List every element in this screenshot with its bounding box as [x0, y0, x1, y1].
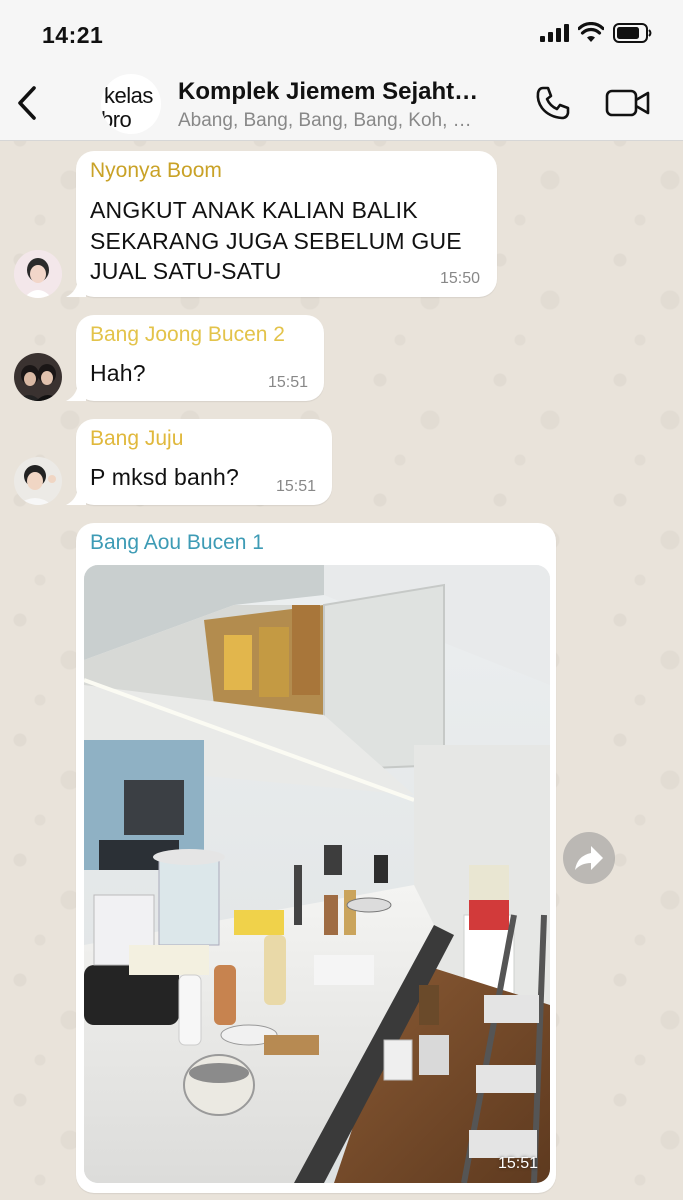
- bubble-tail: [66, 381, 86, 401]
- message-bubble[interactable]: Bang Juju P mksd banh? 15:51: [66, 419, 332, 505]
- message-sender[interactable]: Bang Joong Bucen 2: [90, 323, 285, 347]
- message-time: 15:51: [267, 374, 308, 391]
- message-photo[interactable]: 15:51: [84, 565, 550, 1183]
- image-message-bubble[interactable]: Bang Aou Bucen 1 15:51: [76, 523, 556, 1193]
- message-sender[interactable]: Nyonya Boom: [90, 159, 222, 183]
- message-text: ANGKUT ANAK KALIAN BALIK SEKARANG JUGA S…: [90, 195, 462, 287]
- messy-kitchen-photo: [84, 565, 550, 1183]
- message-time: 15:50: [439, 270, 480, 287]
- message-line: SEKARANG JUGA SEBELUM GUE: [90, 227, 462, 254]
- video-camera-icon[interactable]: [605, 88, 651, 118]
- share-forward-icon[interactable]: [563, 832, 615, 884]
- message-bubble[interactable]: Bang Joong Bucen 2 Hah? 15:51: [66, 315, 324, 401]
- avatar-nyonya-boom[interactable]: [14, 250, 62, 298]
- message-time: 15:51: [497, 1155, 538, 1172]
- message-sender[interactable]: Bang Juju: [90, 427, 183, 451]
- avatar-bang-joong[interactable]: [14, 353, 62, 401]
- message-text: P mksd banh?: [90, 464, 240, 490]
- message-bubble[interactable]: Nyonya Boom ANGKUT ANAK KALIAN BALIK SEK…: [66, 151, 497, 297]
- cellular-signal-icon: [540, 24, 569, 42]
- group-members[interactable]: Abang, Bang, Bang, Bang, Koh, …: [178, 110, 518, 132]
- group-title[interactable]: Komplek Jiemem Sejaht…: [178, 78, 518, 106]
- message-line: ANGKUT ANAK KALIAN BALIK: [90, 197, 418, 223]
- message-time: 15:51: [275, 478, 316, 495]
- group-avatar-text-2: bro: [101, 107, 132, 132]
- wifi-icon: [578, 22, 604, 42]
- bubble-tail: [66, 277, 86, 297]
- group-avatar[interactable]: kelas bro: [101, 74, 161, 134]
- status-bar: 14:21: [0, 0, 683, 68]
- group-avatar-text-1: kelas: [104, 83, 153, 108]
- chevron-left-icon[interactable]: [14, 84, 40, 122]
- bubble-tail: [66, 485, 86, 505]
- message-text: Hah?: [90, 360, 146, 386]
- chat-header: kelas bro Komplek Jiemem Sejaht… Abang, …: [0, 68, 683, 141]
- status-time: 14:21: [42, 22, 104, 48]
- phone-icon[interactable]: [534, 84, 572, 122]
- message-line: JUAL SATU-SATU: [90, 258, 282, 284]
- battery-icon: [613, 23, 652, 43]
- avatar-bang-juju[interactable]: [14, 457, 62, 505]
- message-sender[interactable]: Bang Aou Bucen 1: [90, 531, 264, 555]
